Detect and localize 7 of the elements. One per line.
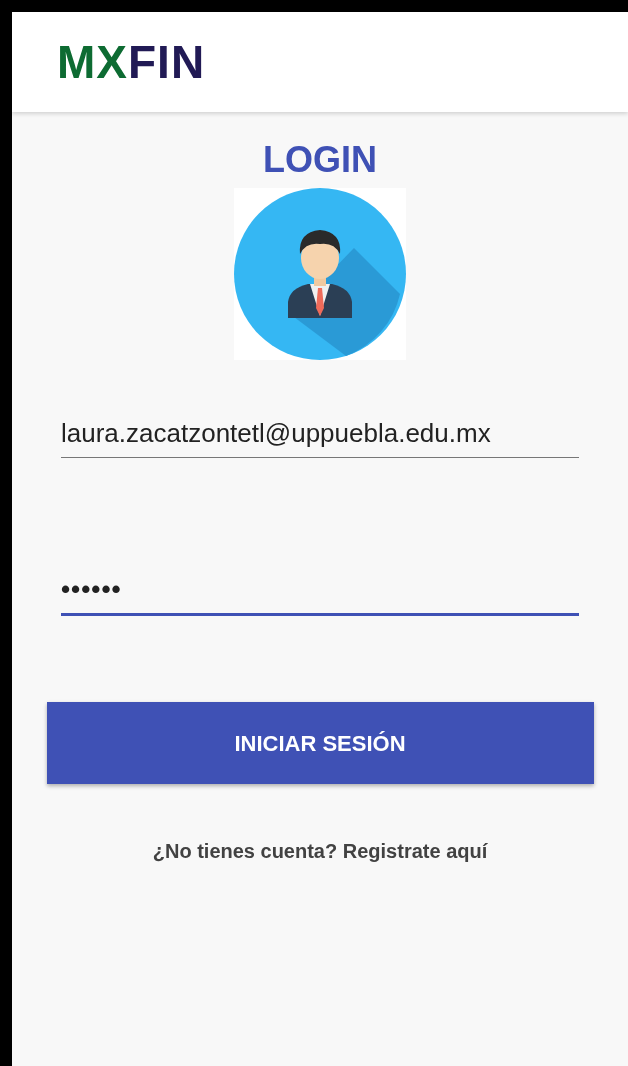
password-field[interactable]: •••••• bbox=[61, 570, 579, 616]
login-title: LOGIN bbox=[263, 138, 377, 182]
logo: MXFIN bbox=[57, 39, 206, 85]
email-field[interactable]: laura.zacatzontetl@uppuebla.edu.mx bbox=[61, 414, 579, 458]
login-button[interactable]: INICIAR SESIÓN bbox=[46, 702, 594, 784]
register-link[interactable]: ¿No tienes cuenta? Registrate aquí bbox=[152, 836, 488, 866]
user-avatar-icon bbox=[234, 188, 406, 360]
